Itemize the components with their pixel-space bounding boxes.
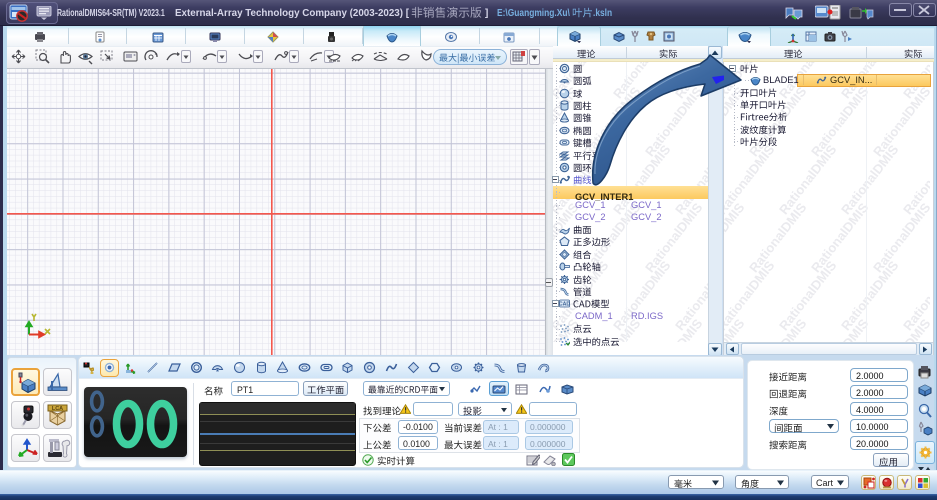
svg-text:LCA: LCA: [52, 406, 63, 412]
svg-text:CAD: CAD: [559, 302, 570, 308]
